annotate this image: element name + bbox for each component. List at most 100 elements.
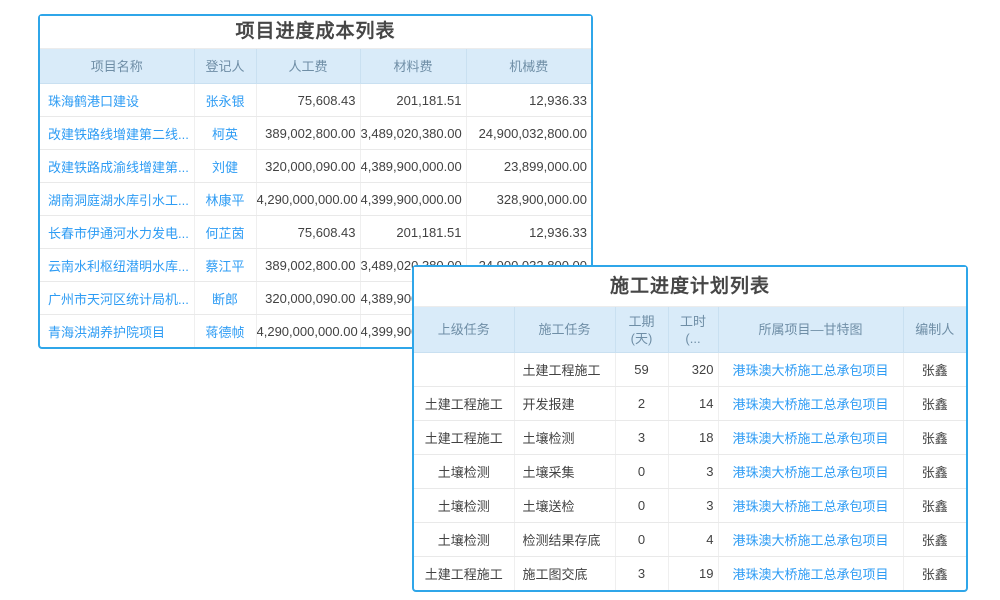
cell-gantt-project: 港珠澳大桥施工总承包项目 [718, 353, 903, 387]
project-name-link[interactable]: 改建铁路成渝线增建第... [48, 160, 189, 175]
cell-gantt-project: 港珠澳大桥施工总承包项目 [718, 387, 903, 421]
cell-registrant: 柯英 [194, 117, 256, 150]
cell-labor-cost: 389,002,800.00 [256, 249, 360, 282]
column-header-registrant: 登记人 [194, 49, 256, 84]
header-row: 项目名称登记人人工费材料费机械费 [40, 49, 591, 84]
cell-gantt-project: 港珠澳大桥施工总承包项目 [718, 489, 903, 523]
project-name-link[interactable]: 云南水利枢纽潜明水库... [48, 259, 189, 274]
gantt-project-link[interactable]: 港珠澳大桥施工总承包项目 [732, 499, 888, 514]
cell-gantt-project: 港珠澳大桥施工总承包项目 [718, 455, 903, 489]
cell-construction-task: 土壤检测 [514, 421, 615, 455]
cell-parent-task: 土壤检测 [414, 455, 514, 489]
project-name-link[interactable]: 青海洪湖养护院项目 [48, 325, 165, 340]
column-header-duration-days: 工期 (天) [615, 307, 668, 353]
project-name-link[interactable]: 长春市伊通河水力发电... [48, 226, 189, 241]
gantt-project-link[interactable]: 港珠澳大桥施工总承包项目 [732, 465, 888, 480]
cell-duration-days: 0 [615, 489, 668, 523]
gantt-project-link[interactable]: 港珠澳大桥施工总承包项目 [732, 533, 888, 548]
project-name-link[interactable]: 广州市天河区统计局机... [48, 292, 189, 307]
cell-project-name: 云南水利枢纽潜明水库... [40, 249, 194, 282]
cell-compiler: 张鑫 [903, 387, 966, 421]
registrant-link[interactable]: 张永银 [205, 94, 244, 109]
column-header-labor-cost: 人工费 [256, 49, 360, 84]
cell-machine-cost: 328,900,000.00 [466, 183, 591, 216]
cell-duration-days: 3 [615, 557, 668, 591]
cell-construction-task: 开发报建 [514, 387, 615, 421]
cell-work-hours: 14 [668, 387, 718, 421]
column-header-parent-task: 上级任务 [414, 307, 514, 353]
cell-duration-days: 0 [615, 455, 668, 489]
cell-project-name: 长春市伊通河水力发电... [40, 216, 194, 249]
cell-construction-task: 土建工程施工 [514, 353, 615, 387]
cell-labor-cost: 320,000,090.00 [256, 282, 360, 315]
cell-work-hours: 3 [668, 455, 718, 489]
cell-project-name: 湖南洞庭湖水库引水工... [40, 183, 194, 216]
cell-compiler: 张鑫 [903, 489, 966, 523]
registrant-link[interactable]: 林康平 [205, 193, 244, 208]
cell-machine-cost: 12,936.33 [466, 84, 591, 117]
gantt-project-link[interactable]: 港珠澳大桥施工总承包项目 [732, 397, 888, 412]
table-row: 珠海鹤港口建设 张永银 75,608.43201,181.5112,936.33 [40, 84, 591, 117]
cell-registrant: 何芷茵 [194, 216, 256, 249]
table-row: 改建铁路线增建第二线...柯英389,002,800.003,489,020,3… [40, 117, 591, 150]
table-row: 长春市伊通河水力发电...何芷茵75,608.43201,181.5112,93… [40, 216, 591, 249]
gantt-project-link[interactable]: 港珠澳大桥施工总承包项目 [732, 431, 888, 446]
registrant-link[interactable]: 何芷茵 [205, 226, 244, 241]
construction-plan-table-title: 施工进度计划列表 [414, 267, 966, 307]
cell-registrant: 蔡江平 [194, 249, 256, 282]
column-header-construction-task: 施工任务 [514, 307, 615, 353]
column-header-gantt-project: 所属项目—甘特图 [718, 307, 903, 353]
table-row: 土壤检测土壤采集03港珠澳大桥施工总承包项目张鑫 [414, 455, 966, 489]
registrant-link[interactable]: 刘健 [212, 160, 238, 175]
cell-construction-task: 施工图交底 [514, 557, 615, 591]
header-row: 上级任务施工任务工期 (天)工时 (...所属项目—甘特图编制人 [414, 307, 966, 353]
cell-project-name: 改建铁路成渝线增建第... [40, 150, 194, 183]
screen: 项目进度成本列表 项目名称登记人人工费材料费机械费 珠海鹤港口建设 张永银 75,6… [0, 0, 1000, 600]
project-name-link[interactable]: 珠海鹤港口建设 [48, 94, 139, 109]
table-row: 土建工程施工59320 港珠澳大桥施工总承包项目张鑫 [414, 353, 966, 387]
cell-work-hours: 18 [668, 421, 718, 455]
cell-project-name: 珠海鹤港口建设 [40, 84, 194, 117]
table-row: 土壤检测土壤送检03港珠澳大桥施工总承包项目张鑫 [414, 489, 966, 523]
table-row: 土建工程施工施工图交底319港珠澳大桥施工总承包项目张鑫 [414, 557, 966, 591]
column-header-project-name: 项目名称 [40, 49, 194, 84]
cell-registrant: 林康平 [194, 183, 256, 216]
table-row: 改建铁路成渝线增建第...刘健320,000,090.004,389,900,0… [40, 150, 591, 183]
project-name-link[interactable]: 改建铁路线增建第二线... [48, 127, 189, 142]
cell-work-hours: 4 [668, 523, 718, 557]
cell-compiler: 张鑫 [903, 421, 966, 455]
cell-gantt-project: 港珠澳大桥施工总承包项目 [718, 421, 903, 455]
cell-material-cost: 4,389,900,000.00 [360, 150, 466, 183]
cell-material-cost: 201,181.51 [360, 84, 466, 117]
cell-material-cost: 4,399,900,000.00 [360, 183, 466, 216]
cell-duration-days: 3 [615, 421, 668, 455]
gantt-project-link[interactable]: 港珠澳大桥施工总承包项目 [732, 363, 888, 378]
construction-plan-table-card: 施工进度计划列表 上级任务施工任务工期 (天)工时 (...所属项目—甘特图编制… [412, 265, 968, 592]
cell-work-hours: 320 [668, 353, 718, 387]
cell-labor-cost: 75,608.43 [256, 84, 360, 117]
cell-registrant: 刘健 [194, 150, 256, 183]
registrant-link[interactable]: 柯英 [212, 127, 238, 142]
registrant-link[interactable]: 断郎 [212, 292, 238, 307]
cell-machine-cost: 24,900,032,800.00 [466, 117, 591, 150]
cell-parent-task [414, 353, 514, 387]
column-header-material-cost: 材料费 [360, 49, 466, 84]
cell-duration-days: 59 [615, 353, 668, 387]
gantt-project-link[interactable]: 港珠澳大桥施工总承包项目 [732, 567, 888, 582]
registrant-link[interactable]: 蒋德帧 [205, 325, 244, 340]
table-row: 土建工程施工土壤检测318港珠澳大桥施工总承包项目张鑫 [414, 421, 966, 455]
cell-duration-days: 0 [615, 523, 668, 557]
cell-registrant: 蒋德帧 [194, 315, 256, 348]
project-name-link[interactable]: 湖南洞庭湖水库引水工... [48, 193, 189, 208]
cell-labor-cost: 389,002,800.00 [256, 117, 360, 150]
project-cost-table-title: 项目进度成本列表 [40, 16, 591, 49]
cell-compiler: 张鑫 [903, 557, 966, 591]
cell-parent-task: 土建工程施工 [414, 387, 514, 421]
cell-machine-cost: 23,899,000.00 [466, 150, 591, 183]
cell-work-hours: 3 [668, 489, 718, 523]
cell-compiler: 张鑫 [903, 353, 966, 387]
cell-registrant: 断郎 [194, 282, 256, 315]
registrant-link[interactable]: 蔡江平 [205, 259, 244, 274]
cell-parent-task: 土壤检测 [414, 523, 514, 557]
cell-labor-cost: 4,290,000,000.00 [256, 315, 360, 348]
